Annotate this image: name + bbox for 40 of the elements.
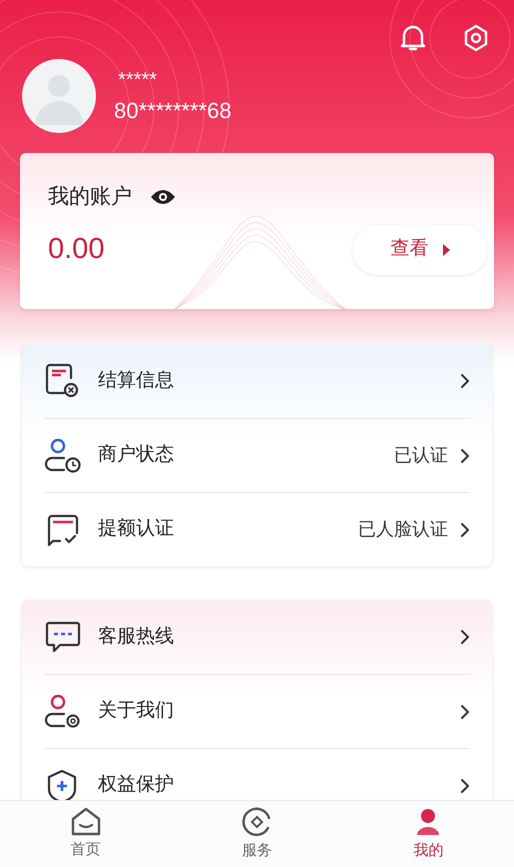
balance: 0.00 <box>48 232 104 267</box>
tab-label: 服务 <box>242 840 272 861</box>
status-text: 已认证 <box>394 444 448 467</box>
document-icon <box>44 363 80 399</box>
status-text: 已人脸认证 <box>358 518 448 541</box>
menu-item[interactable]: 商户状态 已认证 <box>44 418 470 492</box>
tab[interactable]: 首页 <box>0 801 172 867</box>
menu-label: 权益保护 <box>98 773 175 798</box>
bell-icon[interactable] <box>400 24 426 52</box>
menu-label: 结算信息 <box>98 368 175 393</box>
tab-label: 首页 <box>70 840 101 860</box>
account-number: 80********68 <box>114 98 232 124</box>
eye-icon[interactable] <box>150 188 176 205</box>
caret-icon <box>442 244 450 256</box>
menu-item[interactable]: 关于我们 <box>44 674 470 748</box>
chevron-right-icon <box>460 704 470 720</box>
account-title: 我的账户 <box>48 184 132 210</box>
menu-item[interactable]: 客服热线 <box>44 600 470 674</box>
circle-diamond-icon <box>240 806 273 838</box>
user-name: ***** <box>118 68 157 92</box>
user-clock-icon <box>44 438 82 474</box>
menu-label: 客服热线 <box>98 624 175 649</box>
tab[interactable]: 我的 <box>342 801 514 867</box>
menu-label: 关于我们 <box>98 699 175 724</box>
menu-item[interactable]: 提额认证 已人脸认证 <box>44 492 470 566</box>
menu-label: 提额认证 <box>98 517 175 542</box>
home-icon <box>70 806 102 837</box>
tab-label: 我的 <box>413 840 444 861</box>
user-gear-icon <box>44 694 82 730</box>
chevron-right-icon <box>460 629 470 645</box>
settings-icon[interactable] <box>462 24 490 52</box>
menu-label: 商户状态 <box>98 443 175 468</box>
menu-item[interactable]: 结算信息 <box>44 344 470 418</box>
tab[interactable]: 服务 <box>171 801 343 867</box>
chevron-right-icon <box>460 778 470 794</box>
chevron-right-icon <box>460 522 470 538</box>
view-button[interactable]: 查看 <box>353 224 487 274</box>
chevron-right-icon <box>460 448 470 464</box>
chat-bubble-icon <box>44 620 82 654</box>
chevron-right-icon <box>460 373 470 389</box>
